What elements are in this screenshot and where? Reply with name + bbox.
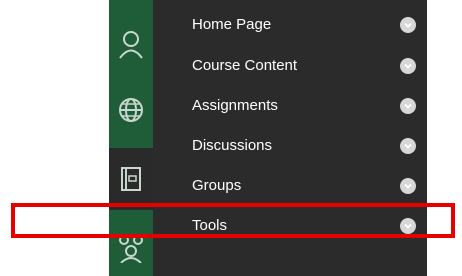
screen: Home Page Course Content Assignments Dis… (0, 0, 462, 276)
menu-item-groups[interactable]: Groups (153, 166, 427, 206)
menu-item-discussions[interactable]: Discussions (153, 126, 427, 166)
chevron-down-icon[interactable] (400, 58, 416, 74)
menu-item-label: Course Content (192, 57, 298, 74)
menu-item-course-content[interactable]: Course Content (153, 46, 427, 86)
menu-item-label: Groups (192, 177, 242, 194)
person-icon[interactable] (109, 24, 153, 64)
menu-item-home-page[interactable]: Home Page (153, 5, 427, 45)
menu-item-label: Assignments (192, 97, 278, 114)
chevron-down-icon[interactable] (400, 178, 416, 194)
menu-item-label: Tools (192, 217, 228, 234)
menu-item-label: Home Page (192, 16, 272, 33)
chevron-down-icon[interactable] (400, 98, 416, 114)
chevron-down-icon[interactable] (400, 138, 416, 154)
menu-item-assignments[interactable]: Assignments (153, 86, 427, 126)
groups-icon[interactable] (109, 228, 153, 268)
course-icon[interactable] (109, 159, 153, 199)
globe-icon[interactable] (109, 90, 153, 130)
chevron-down-icon[interactable] (400, 17, 416, 33)
menu-item-tools[interactable]: Tools (153, 206, 427, 246)
course-menu: Home Page Course Content Assignments Dis… (153, 0, 427, 276)
menu-item-label: Discussions (192, 137, 273, 154)
chevron-down-icon[interactable] (400, 218, 416, 234)
